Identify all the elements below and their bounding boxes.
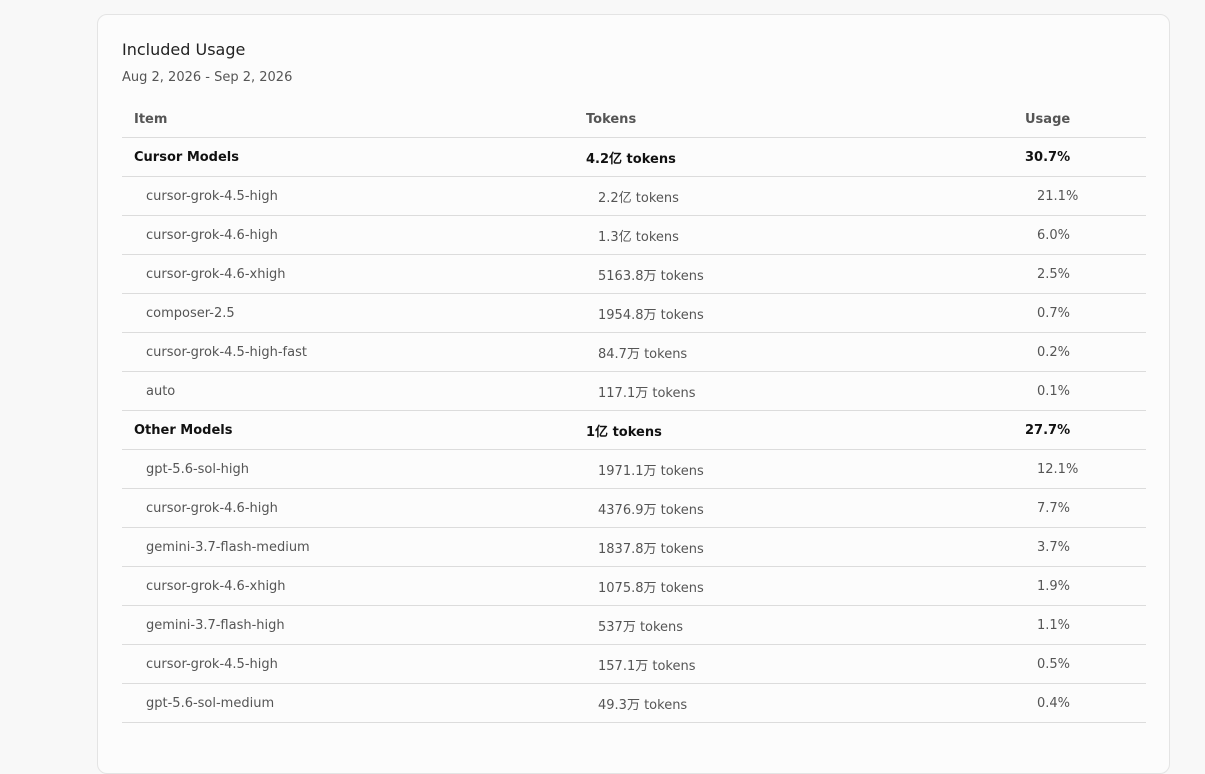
item-usage: 2.5%	[1013, 254, 1146, 294]
item-name: cursor-grok-4.6-high	[122, 488, 574, 528]
table-row: cursor-grok-4.6-xhigh 5163.8万 tokens 2.5…	[122, 254, 1146, 294]
group-name: Other Models	[122, 410, 574, 450]
group-row-cursor-models: Cursor Models 4.2亿 tokens 30.7%	[122, 137, 1146, 177]
item-tokens: 157.1万 tokens	[574, 644, 1013, 684]
item-usage: 1.9%	[1013, 566, 1146, 606]
item-usage: 0.2%	[1013, 332, 1146, 372]
section-title: Included Usage	[122, 40, 246, 59]
group-usage: 30.7%	[1013, 137, 1146, 177]
item-name: cursor-grok-4.6-xhigh	[122, 566, 574, 606]
table-row: cursor-grok-4.6-high 1.3亿 tokens 6.0%	[122, 215, 1146, 255]
table-row: gpt-5.6-sol-medium 49.3万 tokens 0.4%	[122, 683, 1146, 723]
item-tokens: 5163.8万 tokens	[574, 254, 1013, 294]
item-usage: 6.0%	[1013, 215, 1146, 255]
table-row: auto 117.1万 tokens 0.1%	[122, 371, 1146, 411]
item-usage: 12.1%	[1013, 449, 1146, 489]
item-name: cursor-grok-4.6-high	[122, 215, 574, 255]
item-name: cursor-grok-4.6-xhigh	[122, 254, 574, 294]
item-usage: 0.7%	[1013, 293, 1146, 333]
item-tokens: 2.2亿 tokens	[574, 176, 1013, 216]
table-header-row: Item Tokens Usage	[122, 101, 1146, 138]
item-usage: 0.1%	[1013, 371, 1146, 411]
table-row: cursor-grok-4.6-xhigh 1075.8万 tokens 1.9…	[122, 566, 1146, 606]
item-usage: 0.4%	[1013, 683, 1146, 723]
item-name: cursor-grok-4.5-high-fast	[122, 332, 574, 372]
group-tokens: 1亿 tokens	[574, 410, 1013, 450]
item-tokens: 49.3万 tokens	[574, 683, 1013, 723]
column-header-usage: Usage	[1013, 101, 1146, 138]
table-row: composer-2.5 1954.8万 tokens 0.7%	[122, 293, 1146, 333]
date-range: Aug 2, 2026 - Sep 2, 2026	[122, 70, 293, 85]
item-usage: 0.5%	[1013, 644, 1146, 684]
table-row: cursor-grok-4.5-high 157.1万 tokens 0.5%	[122, 644, 1146, 684]
item-tokens: 1837.8万 tokens	[574, 527, 1013, 567]
item-tokens: 4376.9万 tokens	[574, 488, 1013, 528]
item-usage: 7.7%	[1013, 488, 1146, 528]
usage-table: Item Tokens Usage Cursor Models 4.2亿 tok…	[122, 101, 1146, 723]
group-row-other-models: Other Models 1亿 tokens 27.7%	[122, 410, 1146, 450]
item-name: cursor-grok-4.5-high	[122, 644, 574, 684]
included-usage-card: Included Usage Aug 2, 2026 - Sep 2, 2026…	[97, 14, 1170, 774]
item-tokens: 1075.8万 tokens	[574, 566, 1013, 606]
item-tokens: 1954.8万 tokens	[574, 293, 1013, 333]
item-usage: 1.1%	[1013, 605, 1146, 645]
group-name: Cursor Models	[122, 137, 574, 177]
item-tokens: 1971.1万 tokens	[574, 449, 1013, 489]
item-name: cursor-grok-4.5-high	[122, 176, 574, 216]
group-usage: 27.7%	[1013, 410, 1146, 450]
table-row: gemini-3.7-flash-medium 1837.8万 tokens 3…	[122, 527, 1146, 567]
item-tokens: 117.1万 tokens	[574, 371, 1013, 411]
item-usage: 3.7%	[1013, 527, 1146, 567]
column-header-tokens: Tokens	[574, 101, 1013, 138]
table-row: cursor-grok-4.5-high 2.2亿 tokens 21.1%	[122, 176, 1146, 216]
item-usage: 21.1%	[1013, 176, 1146, 216]
item-name: auto	[122, 371, 574, 411]
item-tokens: 537万 tokens	[574, 605, 1013, 645]
table-row: gpt-5.6-sol-high 1971.1万 tokens 12.1%	[122, 449, 1146, 489]
item-name: gpt-5.6-sol-medium	[122, 683, 574, 723]
item-tokens: 1.3亿 tokens	[574, 215, 1013, 255]
item-tokens: 84.7万 tokens	[574, 332, 1013, 372]
table-row: cursor-grok-4.6-high 4376.9万 tokens 7.7%	[122, 488, 1146, 528]
item-name: gemini-3.7-flash-medium	[122, 527, 574, 567]
table-row: cursor-grok-4.5-high-fast 84.7万 tokens 0…	[122, 332, 1146, 372]
item-name: gpt-5.6-sol-high	[122, 449, 574, 489]
item-name: gemini-3.7-flash-high	[122, 605, 574, 645]
column-header-item: Item	[122, 101, 574, 138]
table-row: gemini-3.7-flash-high 537万 tokens 1.1%	[122, 605, 1146, 645]
item-name: composer-2.5	[122, 293, 574, 333]
group-tokens: 4.2亿 tokens	[574, 137, 1013, 177]
